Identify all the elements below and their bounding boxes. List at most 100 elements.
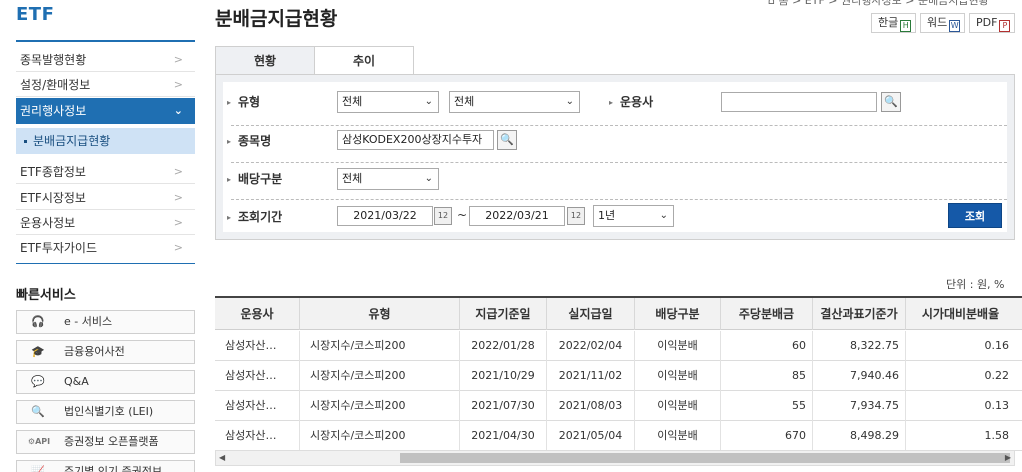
filter-form: ▸ 유형 전체 ⌄ 전체 ⌄ ▸ 운용사 🔍 ▸ 종목명 삼성KODEX200상장지수투자…: [223, 82, 1007, 232]
table-row: 삼성자산… 시장지수/코스피200 2021/04/30 2021/05/04 …: [215, 421, 1022, 451]
document-search-icon: 🔍: [31, 405, 45, 418]
chevron-right-icon: >: [173, 165, 183, 178]
col-header[interactable]: 결산과표기준가: [813, 298, 906, 330]
chart-icon: 📈: [31, 465, 45, 472]
type-select-1-value: 전체: [342, 95, 363, 108]
table-header: 운용사 유형 지급기준일 실지급일 배당구분 주당분배금 결산과표기준가 시가대…: [215, 298, 1022, 330]
dividend-label-text: 배당구분: [238, 172, 283, 186]
company-search-button[interactable]: 🔍: [881, 92, 901, 112]
arrow-right-icon: ▸: [227, 98, 232, 107]
sidebar-item-etf-overview[interactable]: ETF종합정보 >: [16, 160, 195, 184]
col-header[interactable]: 시가대비분배율: [906, 298, 1015, 330]
cell-base-date: 2021/10/29: [460, 361, 547, 391]
calendar-icon[interactable]: 12: [567, 207, 585, 225]
search-icon: 🔍: [884, 95, 898, 108]
chevron-right-icon: >: [173, 191, 183, 204]
date-from-input[interactable]: 2021/03/22: [337, 206, 433, 226]
quick-glossary-button[interactable]: 🎓 금융용어사전: [16, 340, 195, 364]
dividend-select-value: 전체: [342, 172, 363, 185]
cell-company: 삼성자산…: [215, 331, 300, 361]
sidebar-item-creation-redemption[interactable]: 설정/환매정보 >: [16, 73, 195, 97]
download-pdf-button[interactable]: PDF P: [969, 13, 1016, 33]
cell-pay-date: 2022/02/04: [547, 331, 635, 361]
scroll-right-icon[interactable]: ▶: [1005, 451, 1011, 465]
download-label: 워드: [927, 16, 948, 29]
name-search-button[interactable]: 🔍: [497, 130, 517, 150]
company-input[interactable]: [721, 92, 877, 112]
period-select[interactable]: 1년 ⌄: [593, 205, 674, 227]
cell-base-date: 2022/01/28: [460, 331, 547, 361]
calendar-icon[interactable]: 12: [434, 207, 452, 225]
sidebar-item-label: 권리행사정보: [20, 104, 87, 118]
type-select-2-value: 전체: [454, 95, 475, 108]
cell-base-price: 8,322.75: [813, 331, 906, 361]
sidebar-item-etf-market[interactable]: ETF시장정보 >: [16, 186, 195, 210]
chevron-down-icon: ⌄: [173, 104, 183, 117]
quick-label: Q&A: [64, 375, 89, 388]
type-label-text: 유형: [238, 95, 261, 109]
cell-base-price: 7,934.75: [813, 391, 906, 421]
col-header[interactable]: 배당구분: [635, 298, 721, 330]
type-select-2[interactable]: 전체 ⌄: [449, 91, 580, 113]
chevron-down-icon: ⌄: [565, 96, 574, 107]
sidebar-item-label: ETF투자가이드: [20, 241, 98, 255]
sidebar-item-rights[interactable]: 권리행사정보 ⌄: [16, 98, 195, 124]
cell-yield: 1.58: [984, 429, 1010, 442]
period-label-text: 조회기간: [238, 210, 283, 224]
table-row: 삼성자산… 시장지수/코스피200 2022/01/28 2022/02/04 …: [215, 331, 1022, 361]
download-word-button[interactable]: 워드 W: [920, 13, 966, 33]
row-divider: [231, 162, 1007, 163]
quick-label: 주기별 인기 증권정보: [64, 465, 163, 472]
col-header[interactable]: 실지급일: [547, 298, 635, 330]
sidebar-subitem-dividend[interactable]: 분배금지급현황: [16, 128, 195, 154]
col-header[interactable]: 지급기준일: [460, 298, 547, 330]
cell-type: 시장지수/코스피200: [300, 331, 460, 361]
api-gear-icon: ⚙API: [27, 437, 51, 446]
sidebar-item-label: ETF시장정보: [20, 191, 86, 205]
quick-lei-button[interactable]: 🔍 법인식별기호 (LEI): [16, 400, 195, 424]
quick-openplatform-button[interactable]: ⚙API 증권정보 오픈플랫폼: [16, 430, 195, 454]
breadcrumb: ⌂ 홈 > ETF > 권리행사정보 > 분배금지급현황: [768, 0, 989, 7]
type-label: ▸ 유형: [227, 93, 260, 110]
col-header[interactable]: 운용사: [215, 298, 300, 330]
sidebar-title: ETF: [16, 4, 55, 25]
cell-dividend-type: 이익분배: [635, 391, 721, 421]
date-to-input[interactable]: 2022/03/21: [469, 206, 565, 226]
quick-eservice-button[interactable]: 🎧 e - 서비스: [16, 310, 195, 334]
type-select-1[interactable]: 전체 ⌄: [337, 91, 439, 113]
chevron-down-icon: ⌄: [424, 173, 433, 184]
headset-icon: 🎧: [31, 315, 45, 328]
sidebar-item-issuance[interactable]: 종목발행현황 >: [16, 48, 195, 72]
quick-qna-button[interactable]: 💬 Q&A: [16, 370, 195, 394]
dividend-label: ▸ 배당구분: [227, 170, 282, 187]
row-divider: [231, 199, 1007, 200]
name-input[interactable]: 삼성KODEX200상장지수투자: [337, 130, 494, 150]
quick-label: 금융용어사전: [64, 345, 125, 358]
cell-yield: 0.13: [984, 399, 1010, 412]
horizontal-scrollbar[interactable]: ◀ ▶: [215, 450, 1015, 466]
query-button[interactable]: 조회: [948, 203, 1002, 228]
chat-icon: 💬: [31, 375, 45, 388]
tab-trend[interactable]: 추이: [314, 46, 414, 75]
download-hwp-button[interactable]: 한글 H: [871, 13, 917, 33]
cell-dividend-per-share: 55: [721, 391, 813, 421]
tab-status[interactable]: 현황: [215, 46, 315, 75]
arrow-right-icon: ▸: [609, 98, 614, 107]
table-row: 삼성자산… 시장지수/코스피200 2021/07/30 2021/08/03 …: [215, 391, 1022, 421]
dividend-select[interactable]: 전체 ⌄: [337, 168, 439, 190]
cell-company: 삼성자산…: [215, 391, 300, 421]
hwp-file-icon: H: [900, 20, 912, 32]
cell-dividend-per-share: 670: [721, 421, 813, 451]
col-header[interactable]: 주당분배금: [721, 298, 813, 330]
sidebar-item-companies[interactable]: 운용사정보 >: [16, 211, 195, 235]
col-header[interactable]: 유형: [300, 298, 460, 330]
scroll-left-icon[interactable]: ◀: [219, 451, 225, 465]
sidebar-subitem-label: 분배금지급현황: [33, 134, 111, 148]
sidebar-item-guide[interactable]: ETF투자가이드 >: [16, 236, 195, 260]
unit-label: 단위 : 원, %: [946, 278, 1005, 291]
scrollbar-thumb[interactable]: [400, 453, 1010, 463]
sidebar-item-label: 종목발행현황: [20, 53, 87, 67]
quick-popular-button[interactable]: 📈 주기별 인기 증권정보: [16, 460, 195, 472]
sidebar-item-label: 설정/환매정보: [20, 78, 91, 92]
cell-dividend-type: 이익분배: [635, 421, 721, 451]
